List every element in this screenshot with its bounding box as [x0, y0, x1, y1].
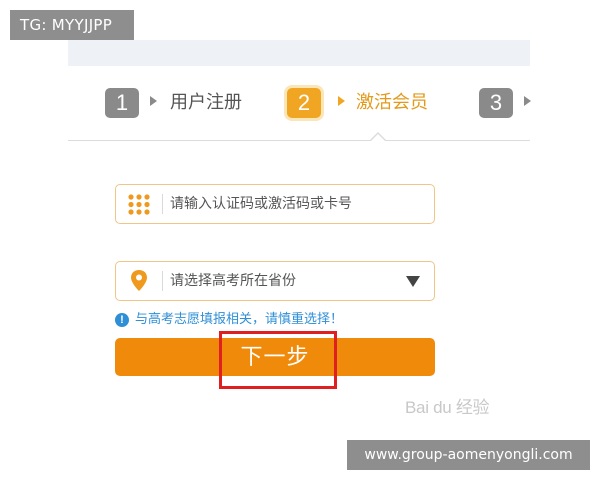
info-circle-icon: ! [115, 313, 129, 327]
step-3-arrow-icon [524, 96, 531, 106]
dropdown-arrow-icon[interactable] [406, 276, 420, 287]
hint-text: 与高考志愿填报相关，请慎重选择！ [135, 312, 344, 327]
step-1-label: 用户注册 [170, 92, 242, 113]
code-field-divider [162, 194, 163, 214]
province-select-value: 请选择高考所在省份 [170, 273, 296, 289]
tg-overlay-label: TG: MYYJJPP [10, 10, 134, 40]
steps-divider [68, 140, 530, 141]
code-field[interactable] [115, 184, 435, 224]
next-step-button[interactable]: 下一步 [115, 338, 435, 376]
province-select[interactable]: 请选择高考所在省份 [115, 261, 435, 301]
location-pin-icon [116, 262, 162, 300]
step-1-number: 1 [105, 88, 139, 118]
province-select-divider [162, 271, 163, 291]
page-header-strip [68, 40, 530, 66]
next-step-button-label: 下一步 [240, 345, 310, 370]
step-2-number: 2 [287, 88, 321, 118]
code-input[interactable] [170, 191, 400, 217]
step-2-label: 激活会员 [356, 92, 428, 113]
url-overlay-label: www.group-aomenyongli.com [347, 440, 590, 470]
step-1-arrow-icon [150, 96, 157, 106]
baidu-watermark: Bai du 经验 [405, 398, 490, 417]
active-step-pointer-fill [370, 134, 386, 142]
step-2-arrow-icon [338, 96, 345, 106]
keypad-grid-icon [116, 185, 162, 223]
step-3-number: 3 [479, 88, 513, 118]
hint-message: ! 与高考志愿填报相关，请慎重选择！ [115, 311, 445, 331]
registration-steps: 1 用户注册 2 激活会员 3 [68, 80, 531, 140]
